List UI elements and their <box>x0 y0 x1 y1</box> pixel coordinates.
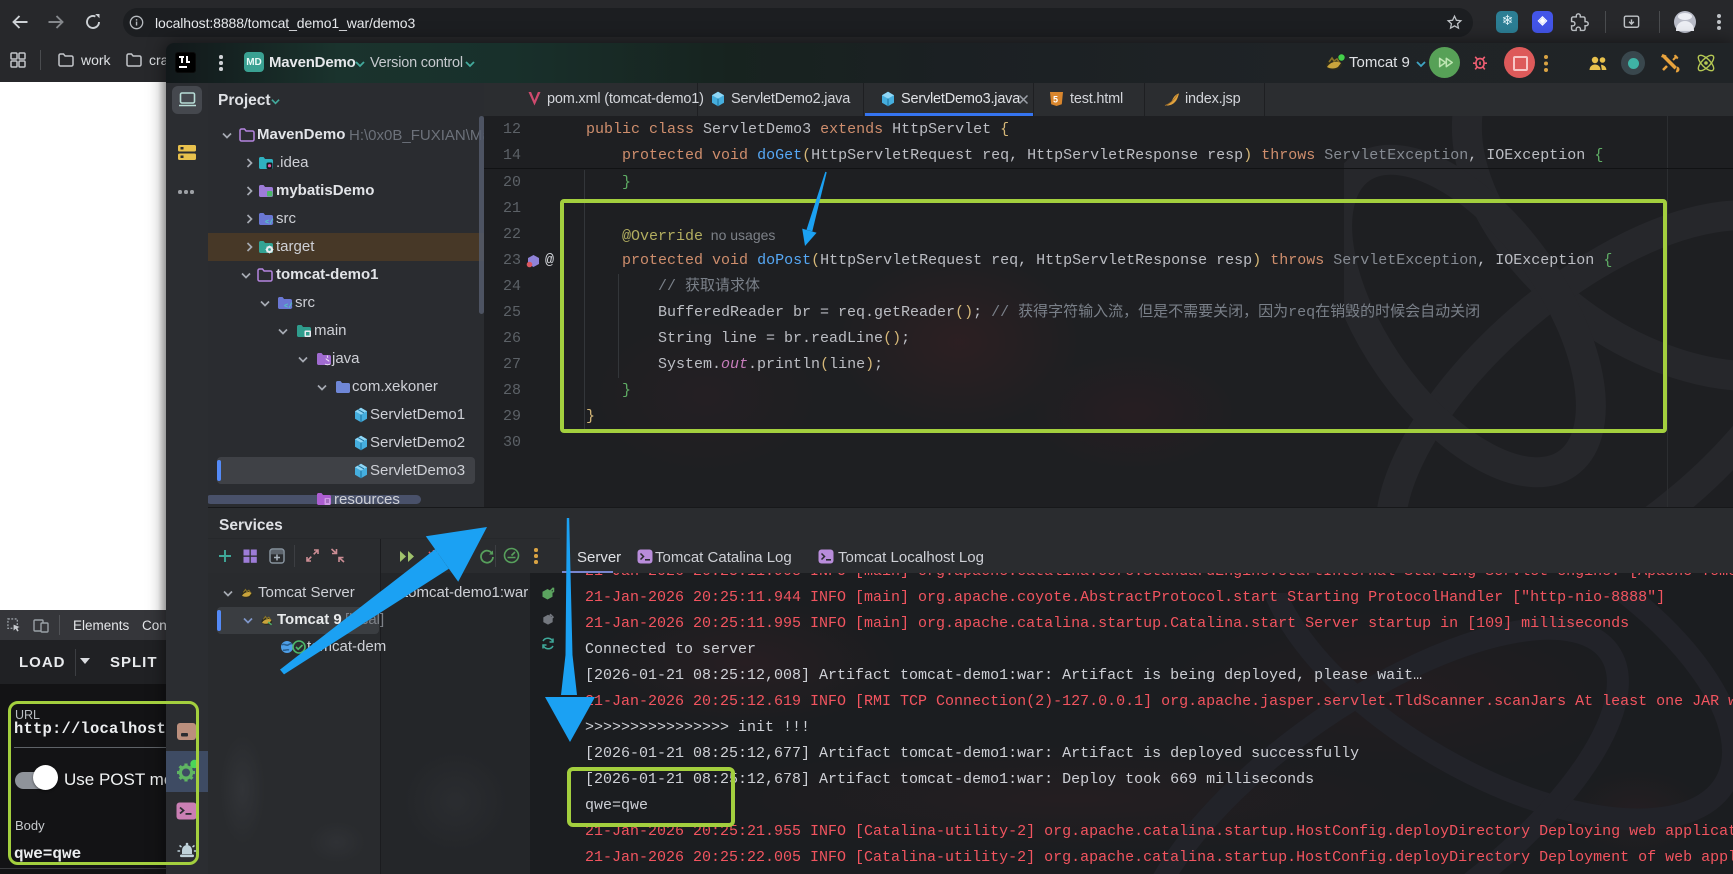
svg-text:</>: </> <box>265 219 274 226</box>
svg-text:5: 5 <box>1053 95 1058 105</box>
svg-text:</>: </> <box>284 303 293 310</box>
